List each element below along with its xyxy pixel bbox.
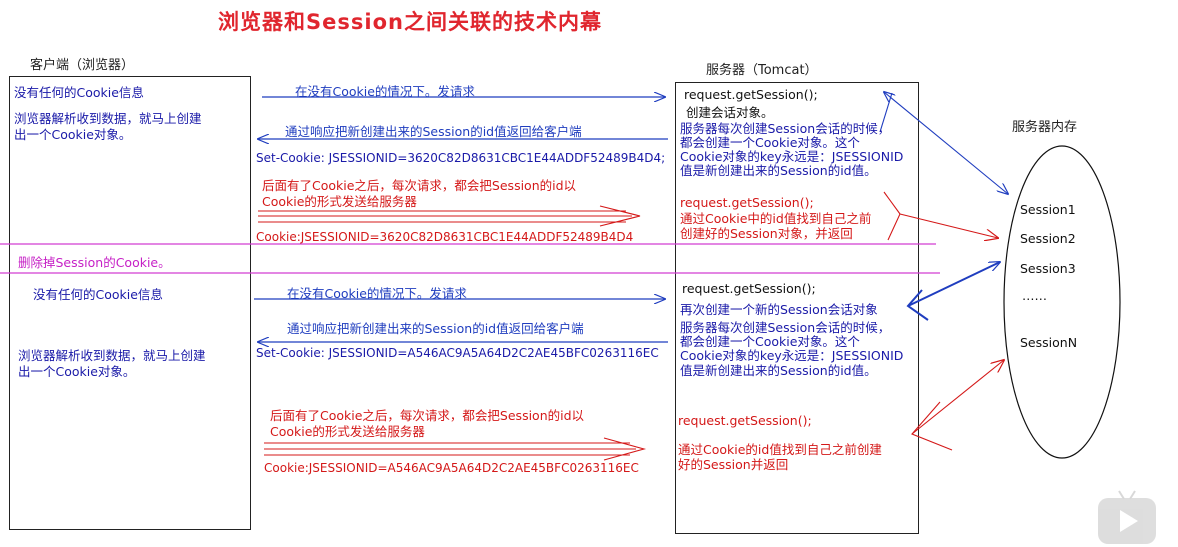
label-after-cookie-1-line1: 后面有了Cookie之后，每次请求，都会把Session的id以: [262, 178, 577, 193]
server-explain-2-l4: 值是新创建出来的Session的id值。: [680, 363, 877, 378]
server-explain-2-l3: Cookie对象的key永远是：JSESSIONID: [680, 348, 904, 363]
label-delete-cookie: 删除掉Session的Cookie。: [18, 255, 171, 270]
cookie-request-arrow-2: [264, 437, 647, 461]
play-button[interactable]: [1098, 498, 1156, 544]
client-parse-1-line2: 出一个Cookie对象。: [14, 127, 132, 142]
label-cookie-1: Cookie:JSESSIONID=3620C82D8631CBC1E44ADD…: [256, 230, 634, 244]
server-find-2-l2: 好的Session并返回: [678, 457, 789, 472]
client-parse-2-line1: 浏览器解析收到数据，就马上创建: [18, 348, 206, 363]
label-response-2: 通过响应把新创建出来的Session的id值返回给客户端: [287, 321, 584, 336]
memory-link-2: [883, 191, 998, 240]
memory-item: Session1: [1020, 202, 1076, 217]
client-parse-1-line1: 浏览器解析收到数据，就马上创建: [14, 111, 202, 126]
label-request-no-cookie-1: 在没有Cookie的情况下。发请求: [295, 84, 475, 99]
play-icon: [1120, 510, 1138, 532]
label-set-cookie-2: Set-Cookie: JSESSIONID=A546AC9A5A64D2C2A…: [256, 346, 659, 360]
label-cookie-2: Cookie:JSESSIONID=A546AC9A5A64D2C2AE45BF…: [264, 461, 639, 475]
memory-link-3: [906, 262, 1000, 321]
client-no-cookie-1: 没有任何的Cookie信息: [14, 85, 144, 100]
label-after-cookie-1-line2: Cookie的形式发送给服务器: [262, 194, 417, 209]
memory-item: Session2: [1020, 231, 1076, 246]
label-after-cookie-2-line2: Cookie的形式发送给服务器: [270, 424, 425, 439]
memory-link-1: [879, 92, 1008, 194]
server-create-obj: 创建会话对象。: [686, 105, 774, 120]
memory-item: SessionN: [1020, 335, 1078, 350]
label-after-cookie-2-line1: 后面有了Cookie之后，每次请求，都会把Session的id以: [270, 408, 585, 423]
server-get-session-3: request.getSession();: [682, 281, 816, 296]
label-request-no-cookie-2: 在没有Cookie的情况下。发请求: [287, 286, 467, 301]
server-find-1-l2: 创建好的Session对象，并返回: [680, 226, 853, 241]
memory-item: Session3: [1020, 261, 1076, 276]
server-recreate: 再次创建一个新的Session会话对象: [680, 302, 878, 317]
client-no-cookie-2: 没有任何的Cookie信息: [33, 287, 163, 302]
server-find-1-l1: 通过Cookie中的id值找到自己之前: [680, 211, 872, 226]
label-response-1: 通过响应把新创建出来的Session的id值返回给客户端: [285, 124, 582, 139]
server-explain-1-l4: 值是新创建出来的Session的id值。: [680, 163, 877, 178]
server-get-session-1: request.getSession();: [684, 87, 818, 102]
label-set-cookie-1: Set-Cookie: JSESSIONID=3620C82D8631CBC1E…: [256, 151, 666, 165]
memory-item: ……: [1022, 288, 1047, 303]
memory-link-4: [911, 360, 1004, 451]
server-find-2-l1: 通过Cookie的id值找到自己之前创建: [678, 442, 882, 457]
client-parse-2-line2: 出一个Cookie对象。: [18, 364, 136, 379]
server-get-session-2: request.getSession();: [680, 195, 814, 210]
server-get-session-4: request.getSession();: [678, 413, 812, 428]
